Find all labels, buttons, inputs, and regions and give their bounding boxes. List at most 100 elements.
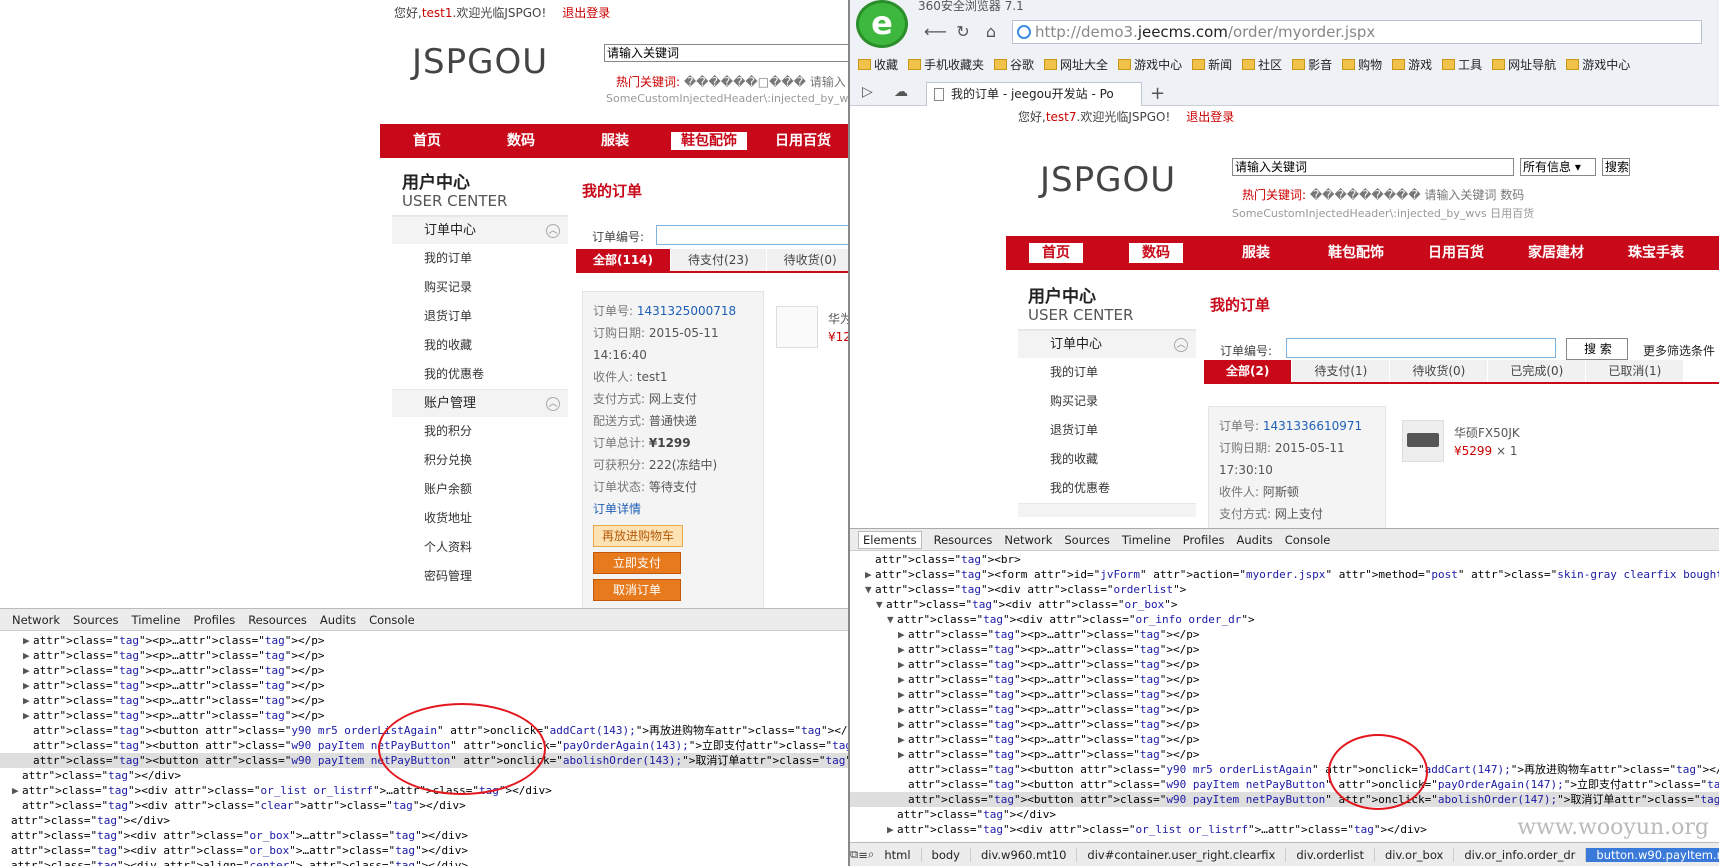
order-tab[interactable]: 待收货(0) xyxy=(766,249,848,271)
collapse-icon[interactable]: ︿ xyxy=(546,397,560,411)
devtools-tab[interactable]: Audits xyxy=(1237,533,1273,547)
sidebar-item[interactable]: 我的订单 xyxy=(392,244,568,273)
sidebar-item[interactable]: 退货订单 xyxy=(392,302,568,331)
dom-node[interactable]: attr">class="tag"><div attr">class="or_b… xyxy=(0,843,848,858)
bookmark-item[interactable]: 影音 xyxy=(1292,54,1332,74)
bookmark-item[interactable]: 收藏 xyxy=(858,54,898,74)
nav-item-4[interactable]: 日用百货 xyxy=(1406,236,1506,270)
hot-keywords-text[interactable]: ��������� 请输入关键词 数码 xyxy=(1310,188,1524,202)
devtools-tab[interactable]: Network xyxy=(12,613,60,627)
breadcrumb-item[interactable]: button.w90.payItem.net xyxy=(1586,847,1719,862)
add-to-cart-again-button[interactable]: 再放进购物车 xyxy=(593,525,683,547)
breadcrumb-item[interactable]: html xyxy=(874,847,922,862)
devtools-tab[interactable]: Console xyxy=(369,613,415,627)
order-tab[interactable]: 待支付(23) xyxy=(671,249,766,271)
nav-item-3[interactable]: 鞋包配饰 xyxy=(662,124,756,158)
search-category-select[interactable]: 所有信息 ▾ xyxy=(1520,158,1596,176)
dom-node[interactable]: ▶ attr">class="tag"><p>…attr">class="tag"… xyxy=(0,663,848,678)
dom-node[interactable]: ▶ attr">class="tag"><p>…attr">class="tag"… xyxy=(850,732,1719,747)
order-number-input[interactable] xyxy=(656,225,848,245)
sidebar-item[interactable]: 我的优惠卷 xyxy=(392,360,568,389)
devtools-tab[interactable]: Network xyxy=(1004,533,1052,547)
dock-icon[interactable]: ⧉ xyxy=(850,847,858,862)
breadcrumb-item[interactable]: div.or_box xyxy=(1375,847,1455,862)
dom-node[interactable]: ▶ attr">class="tag"><p>…attr">class="tag"… xyxy=(850,627,1719,642)
order-no-link[interactable]: 1431325000718 xyxy=(637,304,736,318)
dom-node[interactable]: attr">class="tag"><button attr">class="y… xyxy=(0,723,848,738)
breadcrumb-item[interactable]: div.or_info.order_dr xyxy=(1454,847,1587,862)
dom-node[interactable]: ▶ attr">class="tag"><p>…attr">class="tag"… xyxy=(0,633,848,648)
dom-node[interactable]: ▶ attr">class="tag"><p>…attr">class="tag"… xyxy=(850,672,1719,687)
sidebar-item[interactable]: 个人资料 xyxy=(392,533,568,562)
sidebar-item[interactable]: 我的收藏 xyxy=(1018,445,1196,474)
order-tab[interactable]: 全部(114) xyxy=(576,249,671,271)
console-drawer-icon[interactable]: ≡ xyxy=(858,848,868,862)
nav-item-2[interactable]: 服装 xyxy=(568,124,662,158)
sidebar-item[interactable]: 账户余额 xyxy=(392,475,568,504)
nav-item-0[interactable]: 首页 xyxy=(1006,236,1106,270)
nav-item-4[interactable]: 日用百货 xyxy=(756,124,848,158)
dom-node[interactable]: attr">class="tag"><button attr">class="w… xyxy=(0,753,848,768)
home-icon[interactable]: ⌂ xyxy=(980,21,1002,43)
devtools-tab[interactable]: Sources xyxy=(73,613,119,627)
order-detail-link[interactable]: 订单详情 xyxy=(593,498,753,520)
bookmark-item[interactable]: 购物 xyxy=(1342,54,1382,74)
search-input[interactable]: 请输入关键词 xyxy=(604,44,848,62)
menu-group-1[interactable]: 账户管理 ︿ xyxy=(392,389,568,417)
dom-node[interactable]: attr">class="tag"><button attr">class="w… xyxy=(850,777,1719,792)
cloud-icon[interactable]: ☁ xyxy=(894,84,908,100)
devtools-tab[interactable]: Resources xyxy=(248,613,307,627)
sidebar-item[interactable]: 我的优惠卷 xyxy=(1018,474,1196,503)
sidebar-toggle-icon[interactable]: ▷ xyxy=(862,84,873,100)
dom-node[interactable]: ▶ attr">class="tag"><p>…attr">class="tag"… xyxy=(850,642,1719,657)
dom-node[interactable]: attr">class="tag"><button attr">class="w… xyxy=(850,792,1719,807)
bookmark-item[interactable]: 工具 xyxy=(1442,54,1482,74)
nav-item-5[interactable]: 家居建材 xyxy=(1506,236,1606,270)
tab-my-orders[interactable]: 我的订单 - jeegou开发站 - Po xyxy=(926,82,1142,106)
new-tab-icon[interactable]: + xyxy=(1150,83,1165,104)
refresh-icon[interactable]: ↻ xyxy=(952,21,974,43)
dom-node[interactable]: ▶ attr">class="tag"><p>…attr">class="tag"… xyxy=(850,702,1719,717)
devtools-tab[interactable]: Profiles xyxy=(1183,533,1225,547)
order-tab[interactable]: 全部(2) xyxy=(1204,360,1292,382)
menu-group-0[interactable]: 订单中心 ︿ xyxy=(392,216,568,244)
bookmark-item[interactable]: 游戏中心 xyxy=(1118,54,1182,74)
breadcrumb-item[interactable]: div#container.user_right.clearfix xyxy=(1077,847,1287,862)
breadcrumb-item[interactable]: div.w960.mt10 xyxy=(971,847,1078,862)
nav-item-2[interactable]: 服装 xyxy=(1206,236,1306,270)
nav-item-6[interactable]: 珠宝手表 xyxy=(1606,236,1706,270)
bookmark-item[interactable]: 社区 xyxy=(1242,54,1282,74)
order-tab[interactable]: 已取消(1) xyxy=(1586,360,1684,382)
dom-node[interactable]: ▼ attr">class="tag"><div attr">class="ord… xyxy=(850,582,1719,597)
product-thumbnail[interactable] xyxy=(776,306,818,348)
sidebar-item[interactable]: 积分兑换 xyxy=(392,446,568,475)
sidebar-item[interactable]: 购买记录 xyxy=(1018,387,1196,416)
bookmark-item[interactable]: 谷歌 xyxy=(994,54,1034,74)
bookmark-item[interactable]: 新闻 xyxy=(1192,54,1232,74)
bookmark-item[interactable]: 网址导航 xyxy=(1492,54,1556,74)
order-tab[interactable]: 已完成(0) xyxy=(1488,360,1586,382)
more-filter-link[interactable]: 更多筛选条件 xyxy=(1643,342,1715,359)
dom-node[interactable]: ▼ attr">class="tag"><div attr">class="or_… xyxy=(850,612,1719,627)
order-search-button[interactable]: 搜 索 xyxy=(1566,338,1628,360)
sidebar-item[interactable]: 购买记录 xyxy=(392,273,568,302)
address-bar[interactable]: http://demo3.jeecms.com/order/myorder.js… xyxy=(1012,20,1702,44)
dom-node[interactable]: attr">class="tag"><div attr">class="clea… xyxy=(0,798,848,813)
devtools-tab[interactable]: Audits xyxy=(320,613,356,627)
logout-link[interactable]: 退出登录 xyxy=(1186,110,1234,124)
dom-node[interactable]: ▶ attr">class="tag"><div attr">class="or_… xyxy=(0,783,848,798)
product-name[interactable]: 华硕FX50JK xyxy=(1454,424,1520,441)
sidebar-item[interactable]: 密码管理 xyxy=(392,562,568,591)
dom-node[interactable]: ▶ attr">class="tag"><p>…attr">class="tag"… xyxy=(850,717,1719,732)
sidebar-item[interactable]: 退货订单 xyxy=(1018,416,1196,445)
devtools-tab[interactable]: Timeline xyxy=(132,613,181,627)
order-tab[interactable]: 待支付(1) xyxy=(1292,360,1390,382)
bookmark-item[interactable]: 游戏中心 xyxy=(1566,54,1630,74)
sidebar-item[interactable]: 收货地址 xyxy=(392,504,568,533)
devtools-tab[interactable]: Elements xyxy=(858,530,922,549)
dom-node[interactable]: ▶ attr">class="tag"><p>…attr">class="tag"… xyxy=(0,693,848,708)
dom-node[interactable]: ▼ attr">class="tag"><div attr">class="or_… xyxy=(850,597,1719,612)
order-tab[interactable]: 待收货(0) xyxy=(1390,360,1488,382)
bookmark-item[interactable]: 网址大全 xyxy=(1044,54,1108,74)
nav-item-0[interactable]: 首页 xyxy=(380,124,474,158)
